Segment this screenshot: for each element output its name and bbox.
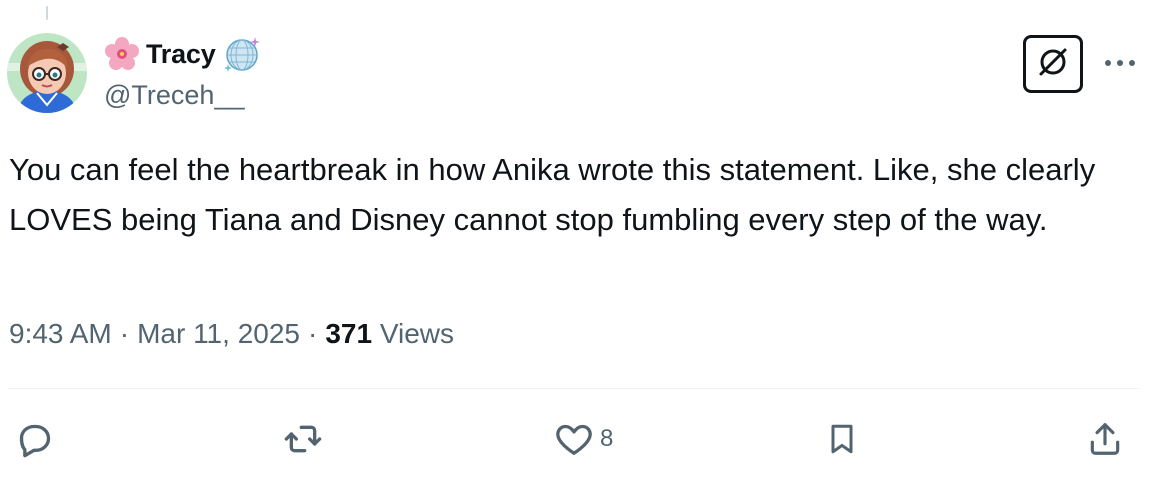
tweet-text: You can feel the heartbreak in how Anika… [9, 152, 1096, 237]
avatar[interactable] [7, 33, 87, 113]
mirror-ball-icon [222, 34, 262, 74]
repost-button[interactable] [282, 418, 324, 460]
heart-icon [554, 419, 594, 459]
display-name[interactable]: Tracy [146, 39, 216, 70]
divider [8, 388, 1140, 389]
meta-separator: · [307, 318, 318, 349]
bookmark-button[interactable] [824, 418, 860, 460]
views-count: 371 [325, 318, 373, 349]
grok-button[interactable] [1023, 35, 1083, 93]
meta-separator: · [119, 318, 130, 349]
bookmark-icon [824, 419, 860, 459]
views-label: Views [379, 318, 454, 349]
reply-button[interactable] [14, 418, 54, 460]
share-icon [1086, 419, 1124, 459]
author-handle[interactable]: @Treceh__ [104, 80, 244, 111]
more-options-button[interactable] [1100, 48, 1140, 78]
views[interactable]: 371 Views [325, 318, 454, 350]
author-name-row[interactable]: Tracy [104, 34, 262, 74]
thread-connector-line [46, 6, 48, 20]
repost-icon [282, 419, 324, 459]
tweet-meta: 9:43 AM · Mar 11, 2025 · 371 Views [9, 318, 454, 350]
like-count: 8 [600, 425, 614, 452]
cherry-blossom-icon [104, 36, 140, 72]
tweet-date[interactable]: Mar 11, 2025 [137, 318, 300, 350]
tweet-time[interactable]: 9:43 AM [9, 318, 112, 350]
share-button[interactable] [1086, 418, 1124, 460]
more-horizontal-icon [1103, 54, 1137, 72]
reply-icon [14, 419, 54, 459]
grok-icon [1035, 44, 1071, 85]
like-button[interactable]: 8 [554, 418, 613, 460]
